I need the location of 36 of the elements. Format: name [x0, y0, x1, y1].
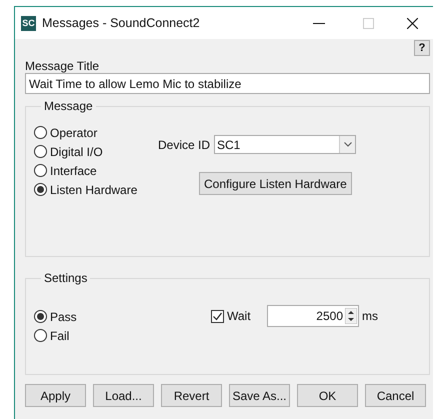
radio-label: Pass: [50, 308, 77, 326]
radio-button[interactable]: [34, 183, 47, 196]
help-button[interactable]: ?: [414, 40, 430, 56]
dialog-button[interactable]: Load...: [93, 384, 154, 407]
radio-button[interactable]: [34, 126, 47, 139]
dialog-button[interactable]: Revert: [161, 384, 222, 407]
spin-arrows-icon[interactable]: [345, 308, 357, 324]
radio-button[interactable]: [34, 145, 47, 158]
dialog-button[interactable]: Cancel: [365, 384, 426, 407]
radio-button[interactable]: [34, 329, 47, 342]
dialog-button[interactable]: Apply: [25, 384, 86, 407]
dialog-button[interactable]: Save As...: [229, 384, 290, 407]
chevron-down-icon: [344, 142, 352, 147]
configure-button[interactable]: Configure Listen Hardware: [199, 172, 352, 195]
radio-label: Digital I/O: [50, 144, 103, 160]
wait-spin-field[interactable]: 2500: [267, 305, 359, 327]
radio-label: Interface: [50, 162, 97, 180]
group-title: Settings: [43, 270, 88, 287]
field-label: Device ID: [158, 136, 210, 154]
device-id-dropdown[interactable]: SC1: [214, 135, 356, 154]
app-logo: SC: [21, 16, 36, 30]
radio-button[interactable]: [34, 310, 47, 323]
close-icon[interactable]: [407, 18, 418, 28]
unit-label: ms: [362, 308, 378, 325]
window-title: Messages - SoundConnect2: [42, 14, 200, 32]
checkbox-label: Wait: [227, 308, 252, 325]
radio-label: Listen Hardware: [50, 182, 138, 198]
radio-label: Operator: [50, 124, 98, 142]
dialog-button[interactable]: OK: [297, 384, 358, 407]
radio-button[interactable]: [34, 164, 47, 177]
field-label: Message Title: [25, 58, 100, 73]
message-title-field[interactable]: Wait Time to allow Lemo Mic to stabilize: [25, 73, 430, 94]
radio-label: Fail: [50, 328, 70, 344]
minimize-icon[interactable]: [313, 22, 325, 24]
wait-checkbox[interactable]: [211, 310, 224, 322]
group-title: Message: [43, 98, 94, 115]
